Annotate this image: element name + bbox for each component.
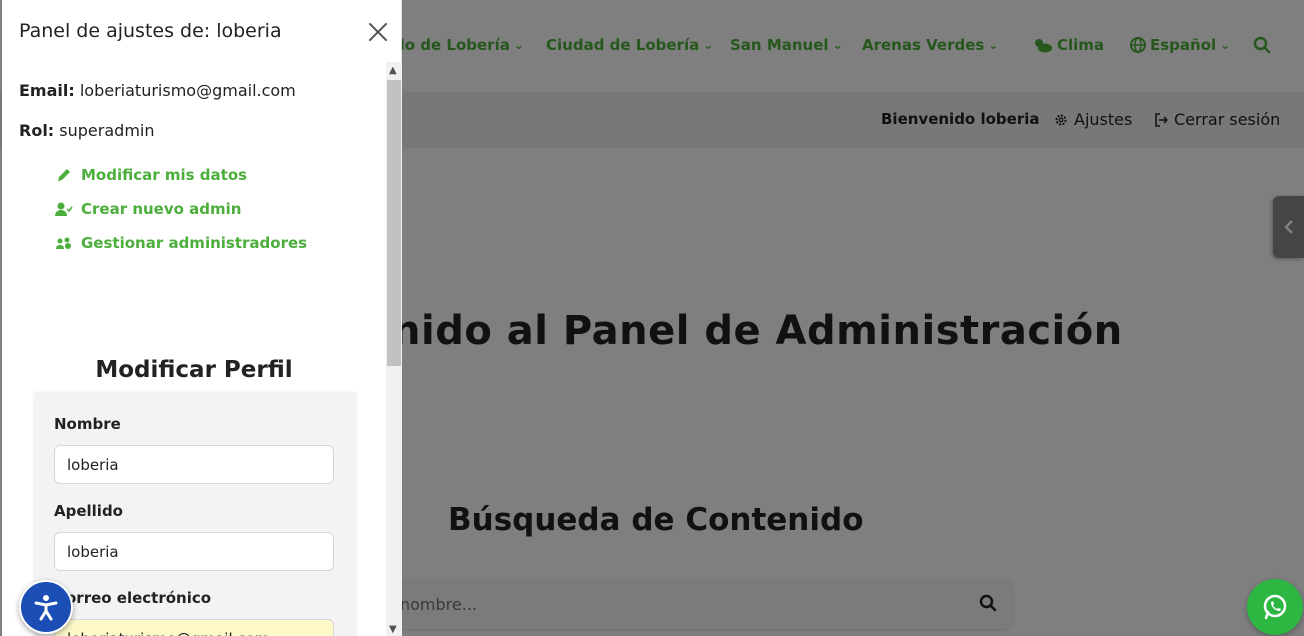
scroll-up-icon[interactable]: ▲ <box>389 65 397 76</box>
link-label: Modificar mis datos <box>81 166 248 184</box>
scroll-down-icon[interactable]: ▼ <box>389 624 397 635</box>
role-label: Rol: <box>19 121 55 140</box>
user-check-icon <box>55 202 73 216</box>
whatsapp-button[interactable] <box>1247 579 1303 635</box>
pencil-icon <box>58 169 70 181</box>
apellido-label: Apellido <box>54 502 123 520</box>
role-info: Rol: superadmin <box>19 121 154 140</box>
link-label: Crear nuevo admin <box>81 200 242 218</box>
settings-panel: Panel de ajustes de: loberia Email: lobe… <box>2 0 402 636</box>
close-icon[interactable] <box>366 20 390 44</box>
link-label: Gestionar administradores <box>81 234 308 252</box>
scrollbar-thumb[interactable] <box>387 80 401 366</box>
edit-my-data-link[interactable]: Modificar mis datos <box>55 166 247 184</box>
whatsapp-icon <box>1263 594 1287 620</box>
nombre-input[interactable] <box>54 445 334 484</box>
email-field-label: orreo electrónico <box>66 589 212 607</box>
manage-admins-link[interactable]: Gestionar administradores <box>55 234 307 252</box>
email-value: loberiaturismo@gmail.com <box>79 81 296 100</box>
panel-scrollbar[interactable]: ▲ ▼ <box>386 62 402 636</box>
email-label: Email: <box>19 81 75 100</box>
nombre-label: Nombre <box>54 415 121 433</box>
apellido-input[interactable] <box>54 532 334 571</box>
panel-body: Email: loberiaturismo@gmail.com Rol: sup… <box>2 62 386 636</box>
email-info: Email: loberiaturismo@gmail.com <box>19 81 296 100</box>
email-input[interactable] <box>54 619 334 636</box>
accessibility-icon <box>34 595 58 621</box>
users-gear-icon <box>56 237 71 249</box>
role-value: superadmin <box>59 121 155 140</box>
panel-title: Panel de ajustes de: loberia <box>19 20 282 42</box>
accessibility-button[interactable] <box>19 580 73 634</box>
form-title: Modificar Perfil <box>95 357 293 383</box>
create-admin-link[interactable]: Crear nuevo admin <box>55 200 241 218</box>
